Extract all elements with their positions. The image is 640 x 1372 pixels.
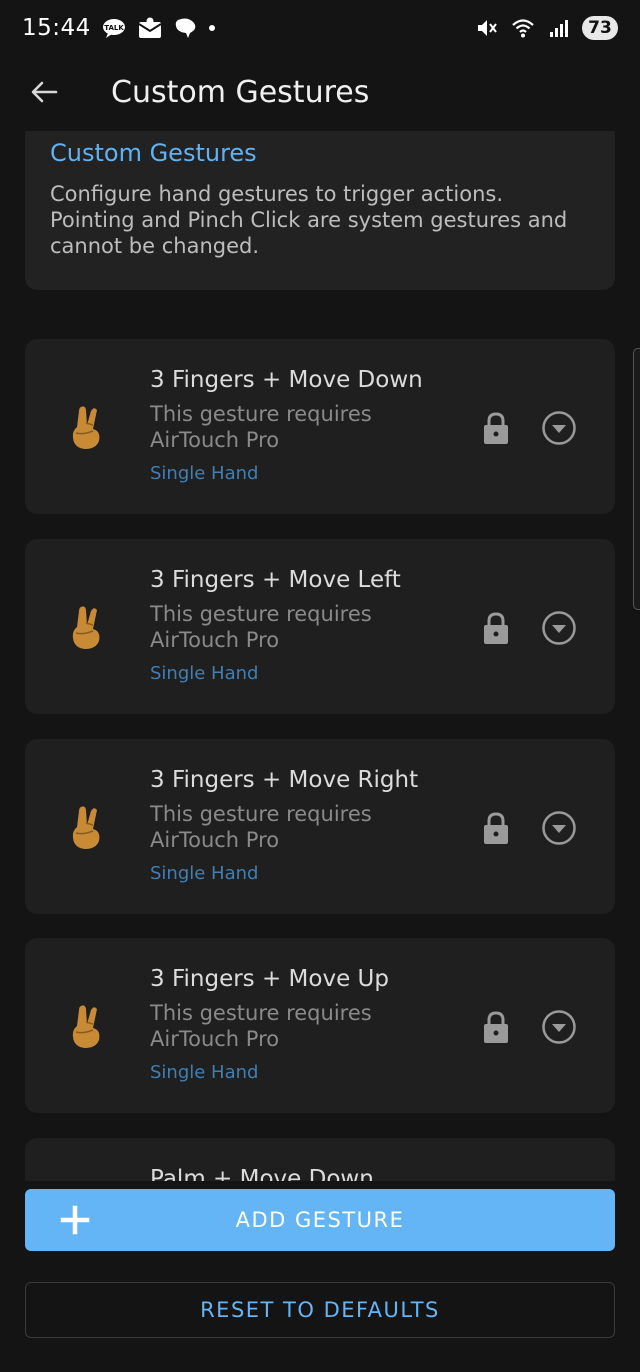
- gesture-text: 3 Fingers + Move Left This gesture requi…: [150, 567, 450, 684]
- signal-icon: [546, 17, 572, 39]
- reset-defaults-label: RESET TO DEFAULTS: [200, 1298, 440, 1322]
- gesture-mode: Single Hand: [150, 1062, 259, 1083]
- lock-icon: [484, 812, 508, 844]
- page-title: Custom Gestures: [111, 74, 370, 110]
- gesture-requirement: This gesture requires AirTouch Pro: [150, 402, 372, 452]
- gesture-requirement: This gesture requires AirTouch Pro: [150, 802, 372, 852]
- gesture-card[interactable]: Palm + Move Down: [25, 1138, 615, 1181]
- gesture-name: 3 Fingers + Move Left: [150, 567, 401, 593]
- gesture-text: 3 Fingers + Move Down This gesture requi…: [150, 367, 450, 484]
- expand-circle-icon[interactable]: [541, 610, 577, 646]
- gesture-list[interactable]: 3 Fingers + Move Down This gesture requi…: [25, 339, 615, 1181]
- add-gesture-button[interactable]: ADD GESTURE: [25, 1189, 615, 1251]
- expand-circle-icon[interactable]: [541, 810, 577, 846]
- arrow-left-icon: [31, 81, 58, 103]
- lock-icon: [484, 1011, 508, 1043]
- gesture-card[interactable]: 3 Fingers + Move Left This gesture requi…: [25, 539, 615, 714]
- gesture-card[interactable]: 3 Fingers + Move Up This gesture require…: [25, 938, 615, 1113]
- status-time: 15:44: [22, 15, 91, 41]
- scrollbar[interactable]: [633, 348, 640, 610]
- expand-circle-icon[interactable]: [541, 410, 577, 446]
- info-title: Custom Gestures: [50, 139, 257, 167]
- gesture-requirement: This gesture requires AirTouch Pro: [150, 602, 372, 652]
- gesture-name: 3 Fingers + Move Down: [150, 367, 423, 393]
- back-button[interactable]: [22, 70, 66, 114]
- battery-icon: 73: [582, 16, 618, 40]
- gesture-name: 3 Fingers + Move Up: [150, 966, 389, 992]
- lock-icon: [484, 412, 508, 444]
- talk-icon: TALK: [101, 17, 127, 39]
- add-gesture-label: ADD GESTURE: [235, 1208, 405, 1232]
- gesture-name: 3 Fingers + Move Right: [150, 767, 419, 793]
- expand-circle-icon[interactable]: [541, 1009, 577, 1045]
- svg-text:TALK: TALK: [104, 24, 124, 32]
- status-left: 15:44 TALK: [22, 15, 215, 41]
- info-description: Configure hand gestures to trigger actio…: [50, 182, 568, 258]
- screen: 15:44 TALK 73 Custom Gestures Custom Ges…: [0, 0, 640, 1372]
- gesture-name: Palm + Move Down: [150, 1166, 374, 1181]
- status-bar: 15:44 TALK 73: [0, 0, 640, 56]
- gesture-card[interactable]: 3 Fingers + Move Right This gesture requ…: [25, 739, 615, 914]
- crossed-fingers-icon: [65, 603, 109, 651]
- crossed-fingers-icon: [65, 1002, 109, 1050]
- gesture-mode: Single Hand: [150, 463, 259, 484]
- mail-icon: [137, 17, 163, 39]
- mute-icon: [474, 17, 500, 39]
- status-right: 73: [474, 16, 618, 40]
- gesture-text: Palm + Move Down: [150, 1166, 450, 1181]
- gesture-requirement: This gesture requires AirTouch Pro: [150, 1001, 372, 1051]
- gesture-text: 3 Fingers + Move Right This gesture requ…: [150, 767, 450, 884]
- lock-icon: [484, 612, 508, 644]
- notification-dot-icon: [208, 25, 215, 31]
- app-bar: Custom Gestures: [0, 56, 640, 128]
- gesture-text: 3 Fingers + Move Up This gesture require…: [150, 966, 450, 1083]
- crossed-fingers-icon: [65, 403, 109, 451]
- plus-icon: [60, 1205, 90, 1235]
- reset-defaults-button[interactable]: RESET TO DEFAULTS: [25, 1282, 615, 1338]
- info-card: Custom Gestures Configure hand gestures …: [25, 131, 615, 290]
- gesture-mode: Single Hand: [150, 663, 259, 684]
- wifi-icon: [510, 17, 536, 39]
- gesture-mode: Single Hand: [150, 863, 259, 884]
- chat-bubble-icon: [173, 17, 199, 39]
- crossed-fingers-icon: [65, 803, 109, 851]
- gesture-card[interactable]: 3 Fingers + Move Down This gesture requi…: [25, 339, 615, 514]
